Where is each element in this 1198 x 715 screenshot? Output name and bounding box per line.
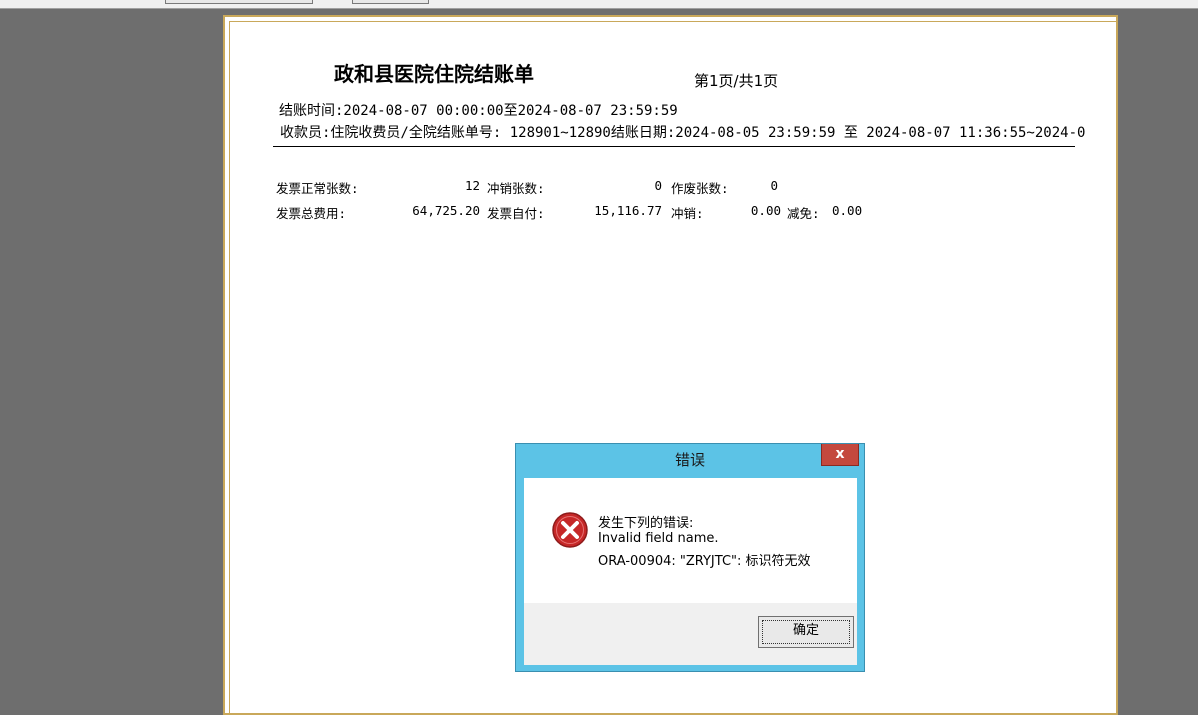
toolbar-strip — [0, 0, 1198, 9]
void-count-value: 0 — [770, 178, 778, 193]
dialog-body: 发生下列的错误: Invalid field name. ORA-00904: … — [524, 478, 857, 665]
toolbar-button[interactable] — [352, 0, 429, 4]
total-fee-value: 64,725.20 — [412, 203, 480, 218]
ok-button[interactable]: 确定 — [758, 616, 854, 648]
error-message-ora: ORA-00904: "ZRYJTC": 标识符无效 — [598, 554, 811, 569]
normal-count-label: 发票正常张数: — [276, 181, 359, 196]
discount-value: 0.00 — [832, 203, 863, 218]
error-message-detail: Invalid field name. — [598, 531, 719, 546]
header-rule — [273, 146, 1075, 147]
dialog-title: 错误 — [674, 451, 705, 469]
self-pay-label: 发票自付: — [487, 206, 545, 221]
refund-count-label: 冲销张数: — [487, 181, 545, 196]
total-fee-label: 发票总费用: — [276, 206, 347, 221]
void-count-label: 作废张数: — [671, 181, 729, 196]
self-pay-value: 15,116.77 — [594, 203, 662, 218]
error-message-heading: 发生下列的错误: — [598, 516, 694, 531]
refund-amount-label: 冲销: — [671, 206, 704, 221]
error-dialog: 错误 x 发生下列的错误: Invalid field name. ORA-00… — [515, 443, 865, 672]
report-title: 政和县医院住院结账单 — [334, 62, 534, 86]
page-indicator: 第1页/共1页 — [694, 72, 779, 90]
toolbar-button[interactable] — [165, 0, 313, 4]
refund-count-value: 0 — [654, 178, 662, 193]
settle-time-line: 结账时间:2024-08-07 00:00:00至2024-08-07 23:5… — [279, 103, 678, 119]
error-icon — [552, 512, 588, 548]
close-icon[interactable]: x — [821, 444, 859, 466]
cashier-line: 收款员:住院收费员/全院结账单号: 128901~12890结账日期:2024-… — [280, 125, 1086, 141]
ok-button-label: 确定 — [792, 623, 819, 638]
normal-count-value: 12 — [464, 178, 480, 193]
refund-amount-value: 0.00 — [750, 203, 781, 218]
discount-label: 减免: — [787, 206, 820, 221]
